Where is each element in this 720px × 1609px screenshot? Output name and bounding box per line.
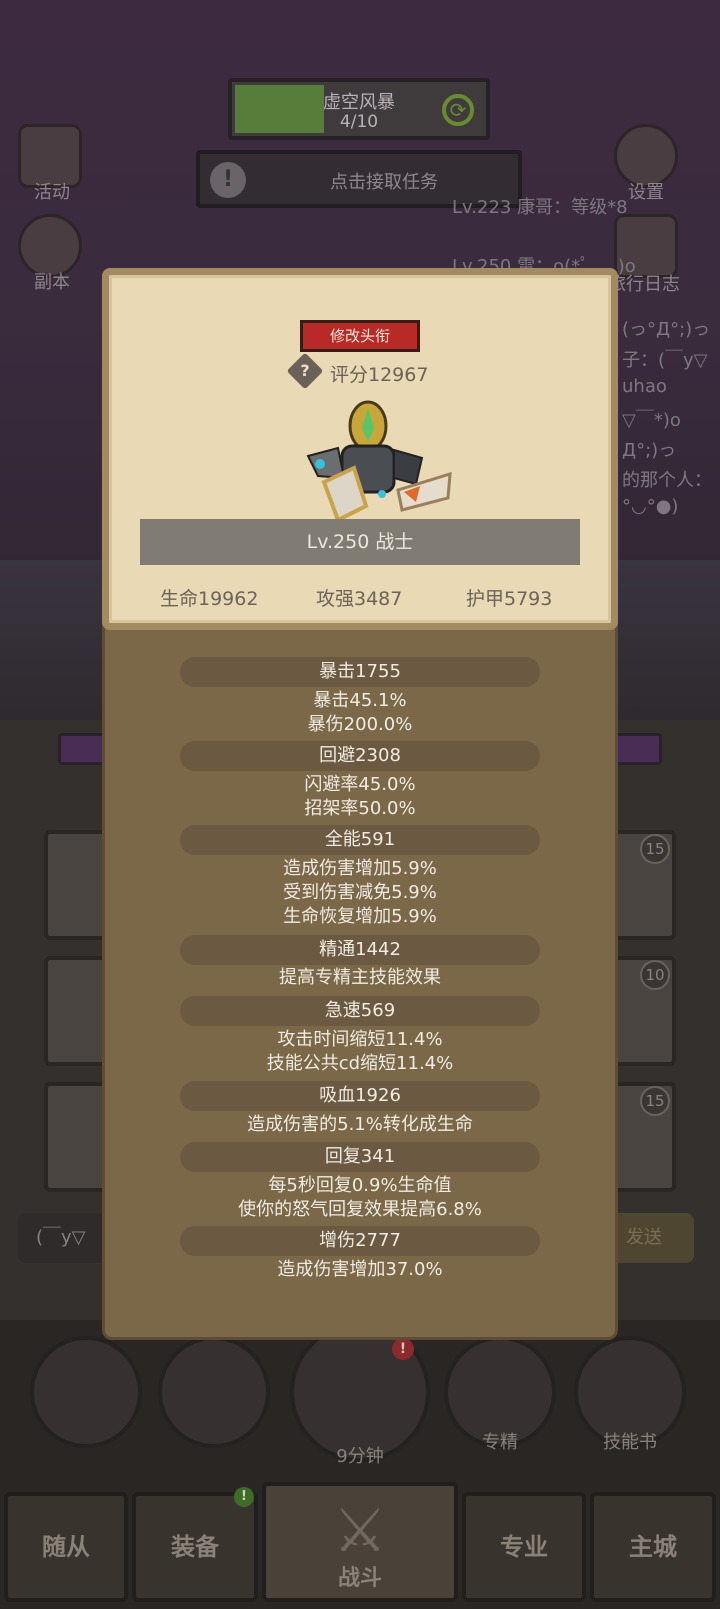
chest-alert-badge: ! xyxy=(392,1338,414,1360)
quest-progress-bar[interactable]: 虚空风暴 4/10 ⟳ xyxy=(228,78,490,140)
haste-header: 急速569 xyxy=(324,1000,396,1021)
armor-stat: 护甲5793 xyxy=(466,588,553,610)
tab-profession[interactable]: 专业 xyxy=(462,1492,586,1602)
bread-button[interactable] xyxy=(158,1336,270,1448)
tab-equipment[interactable]: 装备 xyxy=(132,1492,258,1602)
damage-up-header: 增伤2777 xyxy=(319,1230,401,1251)
settings-label: 设置 xyxy=(628,182,664,203)
crit-header: 暴击1755 xyxy=(319,661,401,682)
haste-attack: 攻击时间缩短11.4% xyxy=(277,1029,443,1050)
crossed-swords-icon: ⚔ xyxy=(333,1496,387,1566)
mastery-header: 精通1442 xyxy=(319,939,401,960)
leech-desc: 造成伤害的5.1%转化成生命 xyxy=(247,1114,473,1135)
versatility-header: 全能591 xyxy=(324,829,396,850)
versatility-damage: 造成伤害增加5.9% xyxy=(283,858,437,879)
chat-line: uhao xyxy=(622,376,667,397)
tab-battle[interactable]: ⚔ 战斗 xyxy=(262,1482,458,1602)
crit-damage: 暴伤200.0% xyxy=(307,714,413,735)
regen-header: 回复341 xyxy=(324,1146,396,1167)
level-class-banner: Lv.250 战士 xyxy=(140,519,580,565)
tab-battle-label: 战斗 xyxy=(337,1566,382,1591)
dodge-header: 回避2308 xyxy=(319,745,401,766)
chat-line: °◡°●) xyxy=(622,496,679,517)
refresh-icon[interactable]: ⟳ xyxy=(442,94,474,126)
attack-stat: 攻强3487 xyxy=(316,588,403,610)
chat-line: Д°;)っ xyxy=(622,440,677,461)
damage-up-desc: 造成伤害增加37.0% xyxy=(277,1259,443,1280)
skill-book-label: 技能书 xyxy=(603,1432,657,1453)
mastery-desc: 提高专精主技能效果 xyxy=(279,967,441,988)
chat-line: Lv.223 康哥：等级*8 xyxy=(452,197,628,218)
parry-rate: 招架率50.0% xyxy=(304,798,416,819)
alert-icon: ! xyxy=(210,162,246,198)
leech-header: 吸血1926 xyxy=(319,1085,401,1106)
chat-line: (っ°Д°;)っ xyxy=(622,319,711,340)
rating-score: 评分12967 xyxy=(330,364,429,386)
haste-cooldown: 技能公共cd缩短11.4% xyxy=(266,1053,454,1074)
dungeon-label: 副本 xyxy=(34,272,70,293)
regen-rage: 使你的怒气回复效果提高6.8% xyxy=(238,1199,482,1220)
chest-timer: 9分钟 xyxy=(336,1446,384,1467)
versatility-reduction: 受到伤害减免5.9% xyxy=(283,882,437,903)
equipment-notice-badge: ! xyxy=(234,1487,254,1507)
specialization-label: 专精 xyxy=(482,1432,518,1453)
versatility-healing: 生命恢复增加5.9% xyxy=(283,906,437,927)
chat-line: 子：(￣y▽ xyxy=(622,350,708,371)
edit-title-button[interactable]: 修改头衔 xyxy=(300,320,420,352)
chat-line: 的那个人： xyxy=(622,470,712,491)
crit-rate: 暴击45.1% xyxy=(313,690,407,711)
regen-hp: 每5秒回复0.9%生命值 xyxy=(268,1175,452,1196)
hp-stat: 生命19962 xyxy=(160,588,259,610)
warrior-avatar xyxy=(306,400,452,523)
help-icon[interactable]: ? xyxy=(286,352,324,390)
tab-main-city[interactable]: 主城 xyxy=(590,1492,716,1602)
dodge-rate: 闪避率45.0% xyxy=(304,774,416,795)
tab-followers[interactable]: 随从 xyxy=(4,1492,128,1602)
task-label: 点击接取任务 xyxy=(330,172,438,193)
chat-line: ▽￣*)o xyxy=(622,410,681,431)
potion-button[interactable] xyxy=(30,1336,142,1448)
event-label: 活动 xyxy=(34,182,70,203)
